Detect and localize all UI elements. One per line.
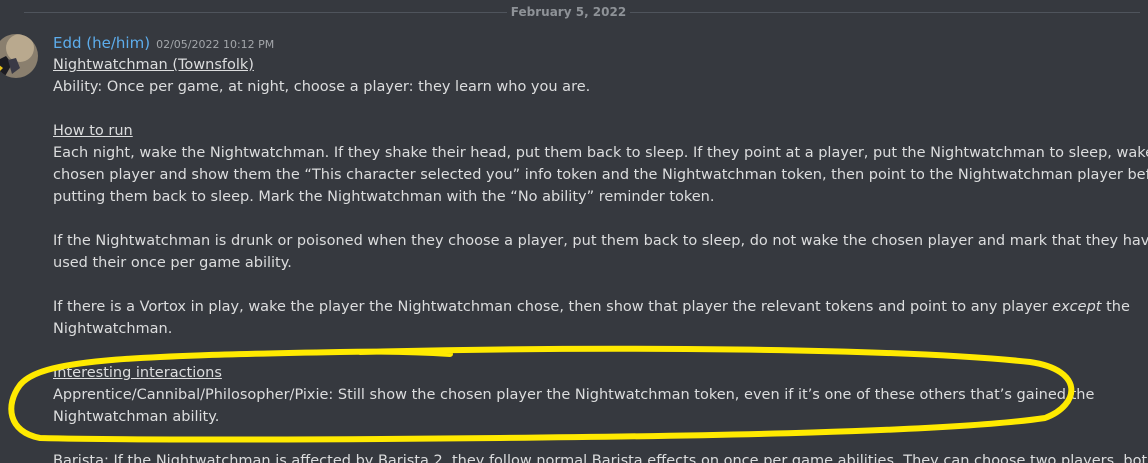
vortox-text: If there is a Vortox in play, wake the p… [53,299,1053,315]
message-title: Nightwatchman (Townsfolk) [53,57,254,73]
chat-message: Edd (he/him) 02/05/2022 10:12 PM Nightwat… [53,32,1148,463]
how-to-run-heading: How to run [53,123,133,139]
how-to-run-line: Each night, wake the Nightwatchman. If t… [53,145,1148,161]
interactions-line: Apprentice/Cannibal/Philosopher/Pixie: S… [53,387,1095,403]
drunk-line: If the Nightwatchman is drunk or poisone… [53,233,1148,249]
message-timestamp[interactable]: 02/05/2022 10:12 PM [156,38,274,51]
divider-line-right [630,12,1140,13]
vortox-text-end: the [1101,299,1130,315]
vortox-line: Nightwatchman. [53,321,173,337]
how-to-run-line: putting them back to sleep. Mark the Nig… [53,189,715,205]
chat-view: February 5, 2022 Edd (he/him) 02/05/2022 … [0,0,1148,463]
barista-line: Barista: If the Nightwatchman is affecte… [53,453,1148,463]
ability-text: Ability: Once per game, at night, choose… [53,79,591,95]
interactions-heading: Interesting interactions [53,365,222,381]
interactions-line: Nightwatchman ability. [53,409,220,425]
vortox-line: If there is a Vortox in play, wake the p… [53,296,1130,318]
how-to-run-line: chosen player and show them the “This ch… [53,167,1148,183]
avatar-icon[interactable] [0,34,38,78]
date-divider: February 5, 2022 [0,5,1148,19]
author-name[interactable]: Edd (he/him) [53,34,150,52]
drunk-line: used their once per game ability. [53,255,292,271]
message-header: Edd (he/him) 02/05/2022 10:12 PM [53,32,1123,54]
vortox-emphasis: except [1052,299,1102,315]
